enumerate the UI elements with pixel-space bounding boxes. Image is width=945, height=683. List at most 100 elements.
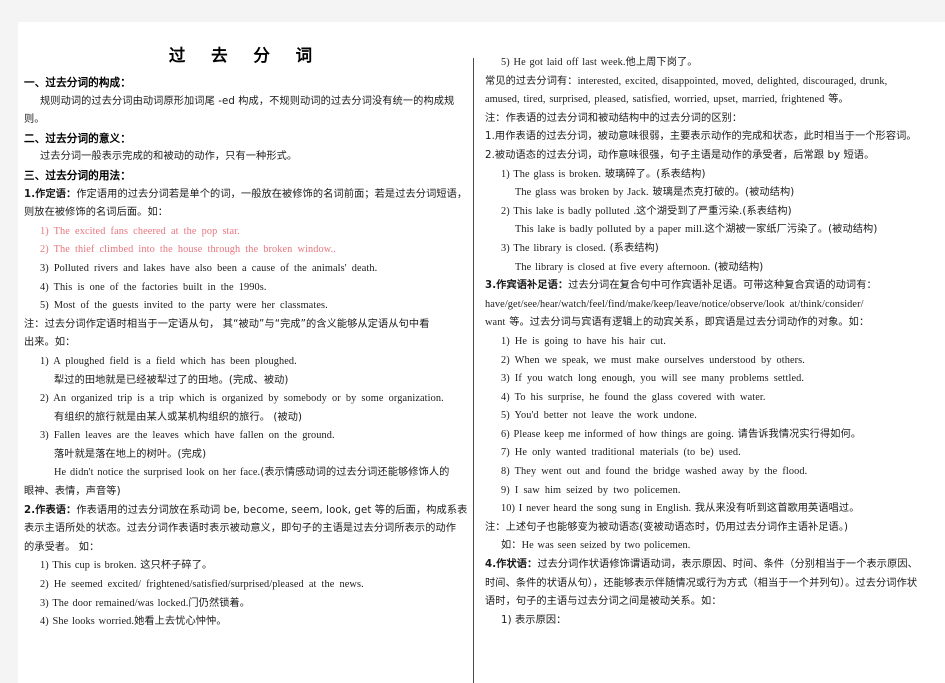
example-sentence: 3) Fallen leaves are the leaves which ha… [40,430,335,442]
example-sentence-highlighted: 2) The thief climbed into the house thro… [40,244,336,256]
body-line-cn: 语时，句子的主语与过去分词之间是被动关系。如： [485,596,722,608]
subsection-label: 3.作宾语补足语： [485,280,569,292]
body-line-cn: 2.被动语态的过去分词，动作意味很强，句子主语是动作的承受者，后常跟 by 短语… [485,149,875,161]
english-text: 10) I never heard the song sung in Engli… [501,503,695,515]
translation-text: 玻璃是杰克打破的。(被动结构) [652,187,795,199]
translation-text: 等。 [828,94,849,106]
example-sentence-mixed: The glass was broken by Jack. 玻璃是杰克打破的。(… [485,184,937,203]
body-line-cn: 1.用作表语的过去分词，被动意味很弱，主要表示动作的完成和状态，此时相当于一个形… [485,131,917,143]
example-sentence-mixed: 3) The door remained/was locked.门仍然锁着。 [24,595,467,614]
body-line-cn: 过去分词一般表示完成的和被动的动作，只有一种形式。 [40,151,298,163]
example-sentence-mixed: 10) I never heard the song sung in Engli… [485,500,937,519]
subsection-line: 1.作定语：作定语用的过去分词若是单个的词，一般放在被修饰的名词前面；若是过去分… [24,186,467,205]
translation-text: 她看上去忧心忡忡。 [134,616,227,628]
translation-text: 我从来没有听到这首歌用英语唱过。 [694,503,860,515]
example-sentence: have/get/see/hear/watch/feel/find/make/k… [485,298,864,310]
example-sentence: 2) He seemed excited/ frightened/satisfi… [40,579,364,591]
example-sentence: 5) Most of the guests invited to the par… [40,300,328,312]
example-sentence: 5) You'd better not leave the work undon… [501,410,697,422]
translation-text: (表示情感动词的过去分词还能够修饰人的 [260,467,450,479]
document-page: 过 去 分 词 一、过去分词的构成： 规则动词的过去分词由动词原形加词尾 -ed … [18,22,945,683]
example-sentence-mixed: amused, tired, surprised, pleased, satis… [485,91,937,110]
example-sentence: 4) To his surprise, he found the glass c… [501,391,766,403]
english-text: 5) He got laid off last week. [501,57,626,68]
example-sentence-mixed: 5) He got laid off last week.他上周下岗了。 [485,54,937,73]
two-column-layout: 过 去 分 词 一、过去分词的构成： 规则动词的过去分词由动词原形加词尾 -ed … [18,22,945,683]
english-text: The library is closed at five every afte… [515,261,715,273]
subsection-line: 2.作表语：作表语用的过去分词放在系动词 be, become, seem, l… [24,502,467,521]
example-sentence-mixed: 3) The library is closed. (系表结构) [485,240,937,259]
body-line-cn: 注：上述句子也能够变为被动语态(变被动语态时，仍用过去分词作主语补足语。) [485,521,849,533]
body-line-cn: 注：作表语的过去分词和被动结构中的过去分词的区别： [485,112,743,124]
body-line-cn: 则放在被修饰的名词后面。如： [24,207,169,219]
translation-text: 门仍然锁着。 [188,597,251,609]
example-sentence-mixed: 1) The glass is broken. 玻璃碎了。(系表结构) [485,166,937,185]
subsection-line: 4.作状语：过去分词作状语修饰谓语动词，表示原因、时间、条件（分别相当于一个表示… [485,556,937,575]
english-text: 3) The door remained/was locked. [40,597,189,609]
left-column: 一、过去分词的构成： 规则动词的过去分词由动词原形加词尾 -ed 构成，不规则动词… [18,22,473,632]
body-line-cn: 则。 [24,114,45,126]
example-sentence: 1) A ploughed field is a field which has… [40,355,297,367]
subsection-text: 过去分词在复合句中可作宾语补足语。可带这种复合宾语的动词有： [568,280,877,292]
translation-text: 玻璃碎了。(系表结构) [604,168,706,180]
translation-text: (系表结构) [609,242,659,254]
body-line-cn: 注：过去分词作定语时相当于一定语从句， 其“被动”与“完成”的含义能够从定语从句… [24,318,430,330]
section-heading: 二、过去分词的意义： [24,132,131,145]
example-sentence-mixed: 4) She looks worried.她看上去忧心忡忡。 [24,613,467,632]
subsection-text: 作表语用的过去分词放在系动词 be, become, seem, look, g… [76,504,467,516]
body-line-cn: 有组织的旅行就是由某人或某机构组织的旅行。 (被动) [54,411,303,423]
english-text: 1) This cup is broken. [40,560,141,572]
english-text: interested, excited, disappointed, moved… [577,75,888,87]
example-sentence-mixed: 常见的过去分词有：interested, excited, disappoint… [485,73,937,92]
body-line-cn: 规则动词的过去分词由动词原形加词尾 -ed 构成，不规则动词的过去分词没有统一的… [40,95,455,107]
translation-text: 这只杯子碎了。 [140,560,213,572]
body-line-cn: 1) 表示原因： [501,614,567,626]
example-sentence-mixed: He didn't notice the surprised look on h… [24,464,467,483]
translation-text: 这个湖受到了严重污染.(系表结构) [636,205,792,217]
subsection-line: 3.作宾语补足语：过去分词在复合句中可作宾语补足语。可带这种复合宾语的动词有： [485,277,937,296]
example-sentence: 1) He is going to have his hair cut. [501,335,666,347]
translation-text: 请告诉我情况实行得如何。 [737,428,862,440]
english-text: He was seen seized by two policemen. [521,540,691,552]
english-text: 6) Please keep me informed of how things… [501,428,738,440]
english-text: 2) This lake is badly polluted . [501,205,637,217]
right-column: 5) He got laid off last week.他上周下岗了。 常见的过… [475,22,945,630]
subsection-label: 1.作定语： [24,188,77,200]
translation-text: (被动结构) [714,261,764,273]
example-sentence: 8) They went out and found the bridge wa… [501,466,808,478]
english-text: He didn't notice the surprised look on h… [54,467,261,479]
translation-text: 等。过去分词与宾语有逻辑上的动宾关系，即宾语是过去分词动作的对象。如： [509,317,870,329]
body-line-cn: 眼神、表情，声音等) [24,486,121,498]
example-sentence: 3) If you watch long enough, you will se… [501,373,805,385]
subsection-text: 作定语用的过去分词若是单个的词，一般放在被修饰的名词前面；若是过去分词短语， [76,188,467,200]
example-sentence: 4) This is one of the factories built in… [40,281,267,293]
body-line-cn: 的承受者。 如： [24,541,100,553]
section-heading: 三、过去分词的用法： [24,169,131,182]
english-text: 1) The glass is broken. [501,168,605,180]
english-text: 3) The library is closed. [501,242,610,254]
translation-text: 常见的过去分词有： [485,75,578,87]
body-line-cn: 出来。如： [24,337,76,349]
english-text: This lake is badly polluted by a paper m… [515,224,705,236]
example-sentence: 3) Polluted rivers and lakes have also b… [40,262,378,274]
example-sentence-mixed: This lake is badly polluted by a paper m… [485,221,937,240]
subsection-text: 过去分词作状语修饰谓语动词，表示原因、时间、条件（分别相当于一个表示原因、 [537,559,918,571]
column-divider [473,58,474,683]
example-sentence-mixed: 6) Please keep me informed of how things… [485,426,937,445]
example-sentence: 2) An organized trip is a trip which is … [40,393,444,405]
example-sentence: 2) When we speak, we must make ourselves… [501,354,805,366]
example-sentence: 9) I saw him seized by two policemen. [501,484,681,496]
translation-text: 他上周下岗了。 [625,57,698,68]
translation-text: 如： [501,540,522,552]
body-line-cn: 犁过的田地就是已经被犁过了的田地。(完成、被动) [54,374,289,386]
example-sentence-mixed: 如：He was seen seized by two policemen. [485,537,937,556]
english-text: 4) She looks worried. [40,616,135,628]
example-sentence-mixed: 2) This lake is badly polluted .这个湖受到了严重… [485,203,937,222]
english-text: want [485,317,510,329]
example-sentence-mixed: 1) This cup is broken. 这只杯子碎了。 [24,557,467,576]
example-sentence-mixed: The library is closed at five every afte… [485,259,937,278]
subsection-label: 2.作表语： [24,504,77,516]
body-line-cn: 表示主语所处的状态。过去分词作表语时表示被动意义，即句子的主语是过去分词所表示的… [24,523,457,535]
section-heading: 一、过去分词的构成： [24,77,131,89]
subsection-label: 4.作状语： [485,559,538,571]
